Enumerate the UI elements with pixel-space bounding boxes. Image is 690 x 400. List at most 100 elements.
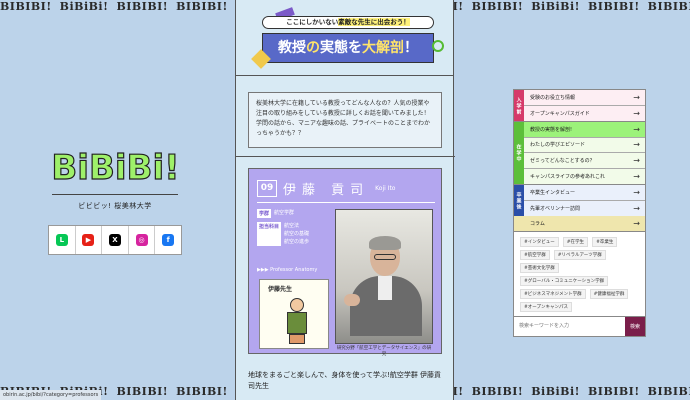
illustration-body bbox=[287, 312, 307, 334]
intro-text: 桜美林大学に在籍している教授ってどんな人なの？人気の授業や注目の取り組みをしてい… bbox=[248, 92, 442, 148]
arrow-right-icon: → bbox=[633, 218, 640, 228]
section-divider bbox=[236, 156, 455, 157]
logo-letter: B bbox=[126, 147, 153, 188]
status-url: obirin.ac.jp/bibi/?category=professors bbox=[0, 390, 102, 400]
hero-banner[interactable]: ここにしかいない素敵な先生に出会おう！ 教授の実態を大解剖！ bbox=[236, 0, 453, 76]
search-button[interactable]: 検索 bbox=[625, 316, 645, 336]
card-header: 09 伊藤 貢司 Koji Ito bbox=[257, 179, 395, 198]
nav-item[interactable]: オープンキャンパスガイド → bbox=[524, 105, 645, 121]
arrow-right-icon: → bbox=[633, 203, 640, 213]
nav-item[interactable]: キャンパスライフの参考あれこれ → bbox=[524, 168, 645, 184]
anatomy-label: ▶▶▶ Professor Anatomy bbox=[257, 267, 318, 273]
arrow-right-icon: → bbox=[633, 108, 640, 118]
professor-name: 伊藤 貢司 bbox=[283, 183, 370, 198]
professor-romaji: Koji Ito bbox=[375, 185, 396, 192]
nav-group: 入学前 受験のお役立ち情報 → オープンキャンパスガイド → bbox=[514, 90, 645, 122]
hashtag[interactable]: #オープンキャンパス bbox=[520, 301, 572, 312]
hashtag[interactable]: #航空学群 bbox=[520, 249, 550, 260]
facebook-icon: f bbox=[162, 234, 175, 246]
arrow-right-icon: → bbox=[633, 92, 640, 102]
search-input[interactable] bbox=[514, 316, 625, 336]
category-nav: 入学前 受験のお役立ち情報 → オープンキャンパスガイド → 在学中 教授の実態を解剖! → わ… bbox=[513, 89, 646, 337]
youtube-icon: ▶ bbox=[82, 234, 95, 246]
social-youtube-button[interactable]: ▶ bbox=[76, 226, 103, 254]
arrow-right-icon: → bbox=[633, 187, 640, 197]
nav-group: 在学中 教授の実態を解剖! → わたしの学びエピソード → ゼミってどんなことするの？ → キ… bbox=[514, 122, 645, 185]
marquee-word: BIBIBI! bbox=[647, 385, 690, 398]
card-divider bbox=[257, 202, 435, 203]
nav-item[interactable]: わたしの学びエピソード → bbox=[524, 137, 645, 153]
social-links: L ▶ X ◎ f bbox=[48, 225, 182, 255]
arrow-right-icon: → bbox=[633, 124, 640, 134]
marquee-word: BIBIBI! bbox=[116, 0, 169, 13]
marquee-word: BIBIBI! bbox=[176, 385, 228, 398]
marquee-word: BiBiBi! bbox=[59, 0, 109, 13]
hashtag[interactable]: #ビジネスマネジメント学群 bbox=[520, 288, 586, 299]
logo-letter: B bbox=[88, 147, 115, 188]
nav-item-column[interactable]: コラム → bbox=[514, 216, 645, 232]
logo-letter: i bbox=[77, 147, 90, 188]
marquee-word: BIBIBI! bbox=[588, 385, 640, 398]
hero-tagline: ここにしかいない素敵な先生に出会おう！ bbox=[262, 16, 434, 29]
marquee-word: BiBiBi! bbox=[531, 385, 580, 398]
nav-item[interactable]: 教授の実態を解剖! → bbox=[524, 122, 645, 138]
tag-courses: 担当科目 航空法 航空の基礎 航空の進歩 bbox=[257, 222, 310, 246]
tag-faculty: 学群 航空学群 bbox=[257, 209, 295, 218]
brand-divider bbox=[52, 194, 178, 195]
hashtag[interactable]: #卒業生 bbox=[592, 236, 618, 247]
arrow-right-icon: → bbox=[633, 171, 640, 181]
instagram-icon: ◎ bbox=[135, 234, 148, 246]
marquee-word: BIBIBI! bbox=[647, 0, 690, 13]
photo-caption: 研究分野「航空工学とデータサイエンス」の研究 bbox=[336, 346, 432, 357]
social-line-button[interactable]: L bbox=[49, 226, 76, 254]
social-facebook-button[interactable]: f bbox=[155, 226, 181, 254]
illustration-head bbox=[290, 298, 304, 312]
marquee-word: BIBIBI! bbox=[176, 0, 228, 13]
nav-group-label: 在学中 bbox=[514, 122, 524, 184]
marquee-word: BiBiBi! bbox=[531, 0, 580, 13]
hashtag[interactable]: #グローバル・コミュニケーション学群 bbox=[520, 275, 609, 286]
brand-block: Bi Bi Bi! ビビビッ! 桜美林大学 L ▶ X ◎ f bbox=[40, 147, 190, 255]
logo-letter: i bbox=[152, 147, 165, 188]
nav-item[interactable]: 卒業生インタビュー → bbox=[524, 185, 645, 201]
hashtag[interactable]: #リベラルアーツ学群 bbox=[553, 249, 606, 260]
marquee-word: BIBIBI! bbox=[471, 0, 524, 13]
hashtag-list: #インタビュー #在学生 #卒業生 #航空学群 #リベラルアーツ学群 #芸術文化学群 #グロ… bbox=[514, 232, 645, 316]
nav-item[interactable]: 先輩オベリンナー訪問 → bbox=[524, 200, 645, 216]
decoration-circle bbox=[432, 40, 444, 52]
hero-title: 教授の実態を大解剖！ bbox=[262, 33, 434, 63]
site-logo[interactable]: Bi Bi Bi! bbox=[40, 147, 190, 188]
nav-group-label: 卒業後 bbox=[514, 185, 524, 216]
social-x-button[interactable]: X bbox=[102, 226, 129, 254]
logo-letter: ! bbox=[164, 147, 181, 188]
marquee-word: BIBIBI! bbox=[0, 0, 52, 13]
line-icon: L bbox=[55, 234, 68, 246]
hashtag[interactable]: #健康福祉学群 bbox=[589, 288, 629, 299]
illustration-legs bbox=[289, 334, 305, 344]
marquee-word: BIBIBI! bbox=[588, 0, 640, 13]
professor-card[interactable]: 09 伊藤 貢司 Koji Ito 学群 航空学群 担当科目 航空法 航空の基礎… bbox=[248, 168, 442, 357]
marquee-word: BIBIBI! bbox=[471, 385, 524, 398]
hashtag[interactable]: #在学生 bbox=[562, 236, 589, 247]
hashtag[interactable]: #インタビュー bbox=[520, 236, 559, 247]
search-bar: 検索 bbox=[514, 315, 645, 336]
professor-photo bbox=[335, 209, 433, 344]
card-tags: 学群 航空学群 担当科目 航空法 航空の基礎 航空の進歩 bbox=[257, 209, 327, 250]
nav-group-label: 入学前 bbox=[514, 90, 524, 121]
main-column: ここにしかいない素敵な先生に出会おう！ 教授の実態を大解剖！ 桜美林大学に在籍し… bbox=[235, 0, 455, 400]
logo-letter: i bbox=[114, 147, 127, 188]
nav-item[interactable]: 受験のお役立ち情報 → bbox=[524, 90, 645, 106]
nav-group: 卒業後 卒業生インタビュー → 先輩オベリンナー訪問 → bbox=[514, 185, 645, 216]
arrow-right-icon: → bbox=[633, 155, 640, 165]
hashtag[interactable]: #芸術文化学群 bbox=[520, 262, 559, 273]
marquee-word: BIBIBI! bbox=[116, 385, 169, 398]
nav-item[interactable]: ゼミってどんなことするの？ → bbox=[524, 153, 645, 169]
illustration-title: 伊藤先生 bbox=[268, 286, 293, 293]
article-headline[interactable]: 地球をまるごと楽しんで、身体を使って学ぶ!航空学群 伊藤貢司先生 bbox=[248, 370, 444, 392]
card-number: 09 bbox=[257, 180, 277, 197]
x-icon: X bbox=[108, 234, 121, 246]
logo-letter: B bbox=[51, 147, 78, 188]
brand-subtitle: ビビビッ! 桜美林大学 bbox=[78, 202, 152, 210]
professor-illustration: 伊藤先生 bbox=[259, 279, 329, 349]
social-instagram-button[interactable]: ◎ bbox=[129, 226, 156, 254]
